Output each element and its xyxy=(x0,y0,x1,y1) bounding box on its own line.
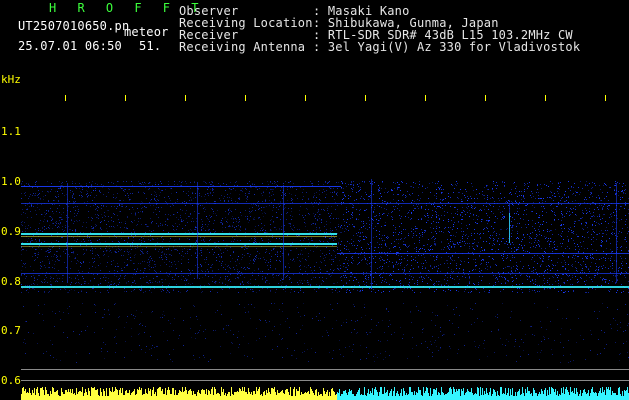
y-tick-label: 0.6 xyxy=(1,374,21,387)
separator-line xyxy=(21,369,629,370)
y-tick-label: 1.1 xyxy=(1,125,21,138)
file-name: UT2507010650.pn xyxy=(18,19,130,33)
separator-line xyxy=(21,380,629,381)
antenna-value: : 3el Yagi(V) Az 330 for Vladivostok xyxy=(313,40,581,54)
file-type: meteor xyxy=(124,25,169,39)
y-tick-label: 0.9 xyxy=(1,225,21,238)
y-tick-label: 1.0 xyxy=(1,175,21,188)
y-tick-label: 0.8 xyxy=(1,275,21,288)
antenna-label: Receiving Antenna xyxy=(179,40,306,54)
count-value: 51. xyxy=(139,39,162,53)
y-tick-label: 0.7 xyxy=(1,324,21,337)
spectrogram-canvas xyxy=(21,73,629,400)
timestamp: 25.07.01 06:50 xyxy=(18,39,122,53)
y-axis-unit: kHz xyxy=(1,73,21,86)
spectrogram-plot xyxy=(21,73,629,400)
